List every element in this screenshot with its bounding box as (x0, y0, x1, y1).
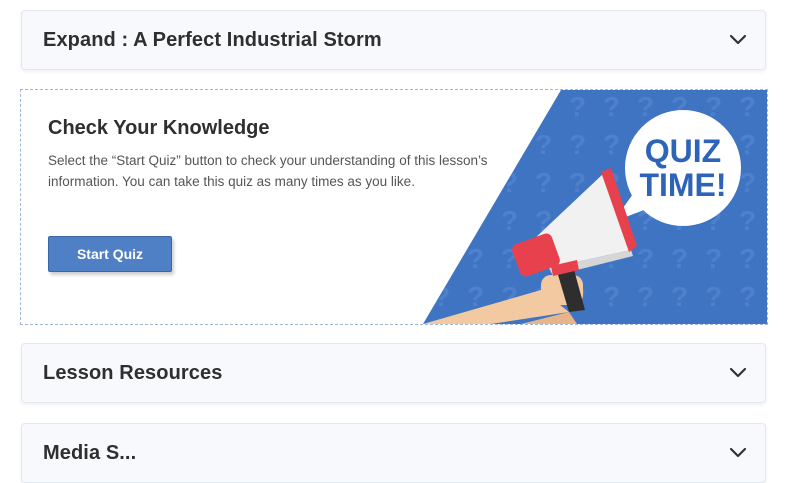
quiz-description: Select the “Start Quiz” button to check … (48, 153, 488, 189)
chevron-down-icon[interactable] (729, 447, 747, 459)
quiz-heading: Check Your Knowledge (48, 117, 270, 139)
quiz-card: ? QUIZ TIME! (20, 89, 768, 325)
chevron-down-icon[interactable] (729, 34, 747, 46)
accordion-expand-industrial-storm[interactable]: Expand : A Perfect Industrial Storm (21, 10, 766, 70)
bubble-line-2: TIME! (639, 167, 726, 203)
chevron-down-icon[interactable] (729, 367, 747, 379)
accordion-title: Media S... (43, 441, 137, 464)
start-quiz-button[interactable]: Start Quiz (48, 236, 172, 272)
accordion-title: Expand : A Perfect Industrial Storm (43, 28, 382, 51)
accordion-media[interactable]: Media S... (21, 423, 766, 483)
accordion-lesson-resources[interactable]: Lesson Resources (21, 343, 766, 403)
bubble-line-1: QUIZ (645, 133, 721, 169)
accordion-title: Lesson Resources (43, 361, 223, 384)
